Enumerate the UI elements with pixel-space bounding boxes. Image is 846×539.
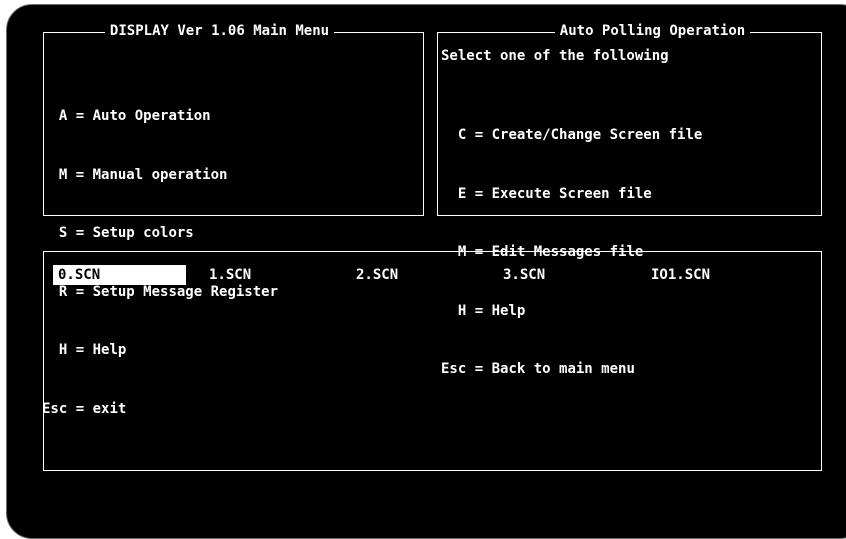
screen-file-row: 0.SCN 1.SCN 2.SCN 3.SCN IO1.SCN — [44, 265, 821, 285]
menu-key: M — [42, 166, 68, 183]
menu-label: Auto Operation — [92, 108, 211, 124]
menu-key: C — [441, 127, 467, 143]
menu-key: A — [42, 108, 68, 124]
menu-item-execute-screen-file[interactable]: E = Execute Screen file — [441, 185, 702, 205]
screen-file-list-panel: 0.SCN 1.SCN 2.SCN 3.SCN IO1.SCN — [43, 251, 822, 471]
monitor-bezel: DISPLAY Ver 1.06 Main Menu A = Auto Oper… — [6, 4, 846, 539]
menu-label: Create/Change Screen file — [491, 127, 703, 143]
main-menu-panel: DISPLAY Ver 1.06 Main Menu A = Auto Oper… — [42, 23, 424, 417]
menu-key: S — [42, 225, 68, 241]
polling-instruction: Select one of the following — [441, 48, 669, 64]
menu-label: Setup colors — [92, 225, 194, 241]
dos-screen: DISPLAY Ver 1.06 Main Menu A = Auto Oper… — [7, 5, 846, 536]
menu-item-setup-colors[interactable]: S = Setup colors — [42, 224, 278, 244]
menu-key: E — [441, 185, 467, 202]
screen-file-item[interactable]: 2.SCN — [351, 265, 398, 285]
menu-item-create-change-screen-file[interactable]: C = Create/Change Screen file — [441, 126, 702, 146]
screen-file-item-selected[interactable]: 0.SCN — [53, 265, 186, 285]
screen-file-item[interactable]: 3.SCN — [498, 265, 545, 285]
menu-item-manual-operation[interactable]: M = Manual operation — [42, 166, 278, 186]
auto-polling-title: Auto Polling Operation — [484, 22, 821, 41]
main-menu-title-text: DISPLAY Ver 1.06 Main Menu — [104, 23, 335, 39]
menu-label: Execute Screen file — [491, 185, 652, 202]
auto-polling-title-text: Auto Polling Operation — [554, 23, 751, 39]
main-menu-title: DISPLAY Ver 1.06 Main Menu — [16, 22, 423, 41]
screen-file-item[interactable]: IO1.SCN — [646, 265, 710, 285]
menu-item-auto-operation[interactable]: A = Auto Operation — [42, 107, 278, 127]
screen-file-item[interactable]: 1.SCN — [204, 265, 251, 285]
menu-label: Manual operation — [92, 166, 228, 183]
auto-polling-panel: Auto Polling Operation Select one of the… — [437, 23, 822, 377]
